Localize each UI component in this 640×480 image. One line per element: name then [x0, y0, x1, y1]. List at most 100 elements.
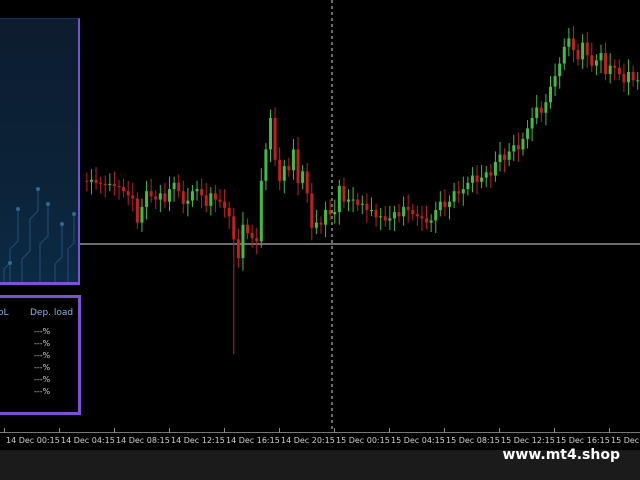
dashboard-panel-bottom: oL Dep. load ---% ---% ---% ---% ---% --… [0, 295, 81, 415]
bear-candle [383, 216, 387, 221]
bear-candle [356, 199, 360, 205]
price-chart[interactable]: oL Dep. load ---% ---% ---% ---% ---% --… [0, 0, 640, 432]
time-label: 15 Dec 16:15 [556, 436, 610, 445]
bear-candle [406, 206, 410, 211]
bull-candle [89, 179, 93, 182]
time-label: 14 Dec 12:15 [171, 436, 225, 445]
bear-candle [415, 214, 419, 217]
bear-candle [503, 154, 507, 160]
dep-load-value: ---% [34, 387, 51, 396]
bull-candle [461, 189, 465, 194]
bear-candle [604, 53, 608, 75]
dep-load-value: ---% [34, 375, 51, 384]
time-tick [224, 428, 225, 433]
bear-candle [112, 183, 116, 186]
bull-candle [402, 206, 406, 217]
bear-candle [397, 212, 401, 217]
bull-candle [548, 86, 552, 103]
bear-candle [131, 195, 135, 199]
bull-candle [480, 177, 484, 182]
bear-candle [571, 38, 575, 50]
bear-candle [135, 198, 139, 223]
time-label: 15 Dec 04:15 [391, 436, 445, 445]
bull-candle [512, 145, 516, 152]
bear-candle [154, 196, 158, 200]
bear-candle [273, 117, 277, 160]
bear-candle [250, 233, 254, 239]
bear-candle [85, 180, 89, 182]
bear-candle [149, 191, 153, 197]
bear-candle [425, 218, 429, 223]
bear-candle [122, 187, 126, 192]
time-label: 14 Dec 04:15 [61, 436, 115, 445]
bull-candle [544, 102, 548, 113]
bull-candle [581, 42, 585, 60]
bull-candle [429, 220, 433, 223]
bear-candle [255, 238, 259, 242]
bull-candle [392, 212, 396, 219]
bull-candle [145, 191, 149, 207]
bull-candle [434, 210, 438, 221]
bear-candle [342, 185, 346, 202]
bull-candle [333, 212, 337, 215]
bull-candle [521, 138, 525, 150]
bear-candle [622, 74, 626, 83]
bear-candle [236, 239, 240, 259]
bull-candle [466, 182, 470, 190]
bear-candle [103, 183, 107, 185]
candlestick-chart[interactable] [0, 0, 640, 432]
bear-candle [374, 210, 378, 218]
bear-candle [99, 182, 103, 184]
bull-candle [158, 193, 162, 200]
bear-candle [218, 199, 222, 202]
brand-watermark: www.mt4.shop [502, 447, 620, 463]
time-label: 14 Dec 20:15 [281, 436, 335, 445]
bear-candle [232, 216, 236, 240]
bull-candle [493, 161, 497, 176]
time-label: 15 Dec 20 [611, 436, 640, 445]
bull-candle [562, 46, 566, 64]
bear-candle [177, 182, 181, 192]
time-tick [499, 428, 500, 433]
bull-candle [567, 38, 571, 47]
col-header-left: oL [0, 308, 9, 318]
bull-candle [599, 53, 603, 61]
dep-load-value: ---% [34, 351, 51, 360]
bull-candle [172, 182, 176, 190]
bull-candle [535, 107, 539, 118]
time-tick [59, 428, 60, 433]
bear-candle [94, 179, 98, 183]
bull-candle [337, 185, 341, 213]
bull-candle [241, 224, 245, 259]
bull-candle [379, 216, 383, 218]
bull-candle [209, 193, 213, 206]
time-tick [444, 428, 445, 433]
bear-candle [539, 107, 543, 113]
bear-candle [213, 193, 217, 200]
bear-candle [420, 216, 424, 219]
bear-candle [516, 145, 520, 150]
bear-candle [204, 195, 208, 206]
bull-candle [324, 210, 328, 225]
bull-candle [259, 180, 263, 242]
bull-candle [498, 154, 502, 162]
bear-candle [365, 203, 369, 211]
bull-candle [627, 71, 631, 83]
time-tick [279, 428, 280, 433]
bear-candle [457, 191, 461, 194]
bear-candle [489, 172, 493, 176]
time-label: 15 Dec 00:15 [336, 436, 390, 445]
bull-candle [360, 203, 364, 205]
bull-candle [608, 65, 612, 75]
bull-candle [186, 200, 190, 204]
bull-candle [140, 206, 144, 223]
bear-candle [576, 49, 580, 60]
bear-candle [443, 201, 447, 207]
bear-candle [328, 210, 332, 215]
time-label: 14 Dec 08:15 [116, 436, 170, 445]
circuit-decoration [3, 187, 76, 282]
bull-candle [314, 222, 318, 228]
bull-candle [291, 149, 295, 171]
bull-candle [484, 172, 488, 178]
bull-candle [268, 117, 272, 150]
